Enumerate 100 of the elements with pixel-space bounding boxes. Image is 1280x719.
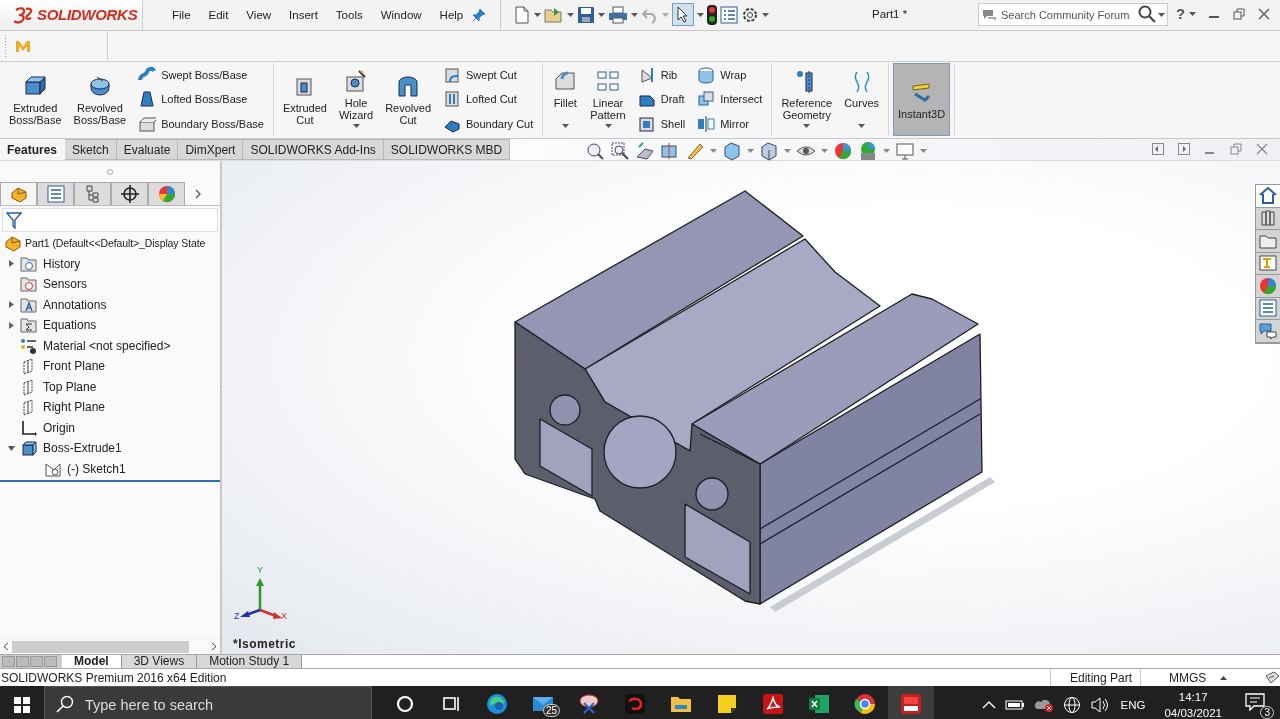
caret-icon[interactable] [821, 149, 828, 153]
ribbon-button[interactable]: Lofted Cut [441, 89, 536, 110]
ribbon-button[interactable]: Revolved Cut [380, 63, 436, 136]
battery-icon[interactable] [1004, 698, 1025, 711]
speaker-icon[interactable] [1089, 696, 1108, 713]
menu-item[interactable]: Help [430, 8, 473, 21]
tree-item[interactable]: Sensors [0, 274, 220, 295]
taskbar-search-field[interactable]: Type here to search [44, 686, 372, 719]
grip-dot-icon[interactable] [107, 168, 113, 175]
caret-icon[interactable] [803, 124, 811, 128]
ribbon-button[interactable]: Curves [839, 63, 884, 136]
close-icon[interactable] [1256, 143, 1268, 155]
windows-start-icon[interactable] [14, 696, 30, 713]
ribbon-tab[interactable]: SOLIDWORKS MBD [383, 139, 511, 160]
horizontal-scrollbar[interactable] [0, 638, 220, 654]
tree-item[interactable]: Annotations [0, 294, 220, 315]
task-pane-tab[interactable] [1256, 185, 1280, 208]
tree-item[interactable]: History [0, 253, 220, 274]
expand-arrow-icon[interactable] [8, 260, 15, 268]
ribbon-button[interactable]: Revolved Boss/Base [68, 63, 132, 136]
ribbon-button[interactable]: Linear Pattern [585, 63, 631, 136]
expand-arrow-icon[interactable] [8, 321, 15, 329]
caret-icon[interactable] [784, 149, 791, 153]
caret-icon[interactable] [920, 149, 927, 153]
ribbon-button[interactable]: Rib [635, 65, 688, 86]
tree-item[interactable]: Material <not specified> [0, 335, 220, 356]
ribbon-button[interactable]: Swept Cut [441, 65, 536, 86]
ribbon-button[interactable]: Shell [635, 113, 688, 134]
new-document-icon[interactable] [513, 5, 532, 24]
task-pane-tab[interactable] [1256, 230, 1280, 253]
tile-right-icon[interactable] [1178, 143, 1190, 155]
scroll-right-icon[interactable] [211, 642, 217, 651]
caret-icon[interactable] [858, 124, 866, 128]
tree-item[interactable]: Front Plane [0, 356, 220, 377]
caret-icon[interactable] [747, 149, 754, 153]
search-field[interactable]: Search Community Forum [978, 3, 1168, 26]
close-icon[interactable] [1258, 8, 1270, 20]
scroll-left-icon[interactable] [3, 642, 9, 651]
ribbon-button[interactable]: Mirror [695, 113, 765, 134]
caret-icon[interactable] [1158, 13, 1165, 17]
ribbon-button[interactable]: Intersect [695, 89, 765, 110]
traffic-light-icon[interactable] [707, 4, 718, 25]
caret-icon[interactable] [762, 12, 770, 17]
scroll-thumb[interactable] [12, 640, 189, 653]
taskbar-app-button[interactable]: 25 [520, 686, 566, 719]
ribbon-button[interactable]: Boundary Boss/Base [136, 113, 266, 134]
tree-item[interactable]: Right Plane [0, 397, 220, 418]
ribbon-tab[interactable]: SOLIDWORKS Add-Ins [243, 139, 384, 160]
ribbon-tab[interactable]: DimXpert [178, 139, 244, 160]
tree-item[interactable]: Origin [0, 417, 220, 438]
ribbon-button[interactable]: Extruded Boss/Base [4, 63, 67, 136]
menu-item[interactable]: Insert [280, 8, 327, 21]
ribbon-button[interactable]: Wrap [695, 65, 765, 86]
pin-icon[interactable] [472, 7, 487, 22]
restore-icon[interactable] [1233, 8, 1245, 20]
filter-field[interactable] [2, 208, 218, 232]
save-icon[interactable] [577, 5, 596, 24]
units-selector[interactable]: MMGS [1169, 670, 1207, 685]
ribbon-tab[interactable]: Sketch [65, 139, 117, 160]
caret-icon[interactable] [534, 12, 542, 17]
caret-icon[interactable] [697, 12, 705, 17]
zoom-area-icon[interactable] [610, 141, 630, 161]
task-pane-tab[interactable] [1256, 275, 1280, 298]
caret-icon[interactable] [710, 149, 717, 153]
chevron-up-icon[interactable] [981, 699, 996, 710]
model-tab[interactable]: Motion Study 1 [197, 655, 303, 668]
select-button[interactable] [672, 3, 695, 26]
task-pane-tab[interactable] [1256, 252, 1280, 275]
search-icon[interactable] [1138, 5, 1156, 23]
ribbon-button[interactable]: Extruded Cut [277, 63, 332, 136]
zoom-fit-icon[interactable] [585, 141, 605, 161]
ribbon-tab[interactable]: Evaluate [116, 139, 179, 160]
ribbon-button[interactable]: Draft [635, 89, 688, 110]
network-globe-icon[interactable] [1062, 695, 1081, 714]
tree-item[interactable]: Top Plane [0, 376, 220, 397]
menu-item[interactable]: Tools [326, 8, 372, 21]
task-pane-tab[interactable] [1256, 320, 1280, 343]
ribbon-button[interactable]: Swept Boss/Base [136, 65, 266, 86]
section-view-icon[interactable] [660, 141, 680, 161]
tree-item[interactable]: Boss-Extrude1 [0, 438, 220, 459]
settings-icon[interactable] [741, 5, 760, 24]
expand-arrow-icon[interactable] [8, 301, 15, 309]
caret-icon[interactable] [567, 12, 575, 17]
rebuild-icon[interactable] [1264, 670, 1280, 685]
caret-up-icon[interactable] [1220, 675, 1228, 680]
ribbon-button[interactable]: Hole Wizard [333, 63, 379, 136]
print-icon[interactable] [608, 5, 629, 24]
scene-icon[interactable] [858, 141, 878, 161]
menu-item[interactable]: Edit [199, 8, 238, 21]
caret-icon[interactable] [883, 149, 890, 153]
previous-view-icon[interactable] [635, 141, 655, 161]
caret-icon[interactable] [561, 124, 569, 128]
tree-item[interactable]: (-) Sketch1 [0, 458, 220, 479]
caret-icon[interactable] [604, 124, 612, 128]
taskbar-app-button[interactable] [888, 686, 934, 719]
menu-item[interactable]: Window [371, 8, 431, 21]
display-style-icon[interactable] [759, 141, 779, 161]
task-pane-tab[interactable] [1256, 207, 1280, 230]
ribbon-button[interactable]: Reference Geometry [776, 63, 838, 136]
chevron-right-icon[interactable] [195, 188, 201, 199]
